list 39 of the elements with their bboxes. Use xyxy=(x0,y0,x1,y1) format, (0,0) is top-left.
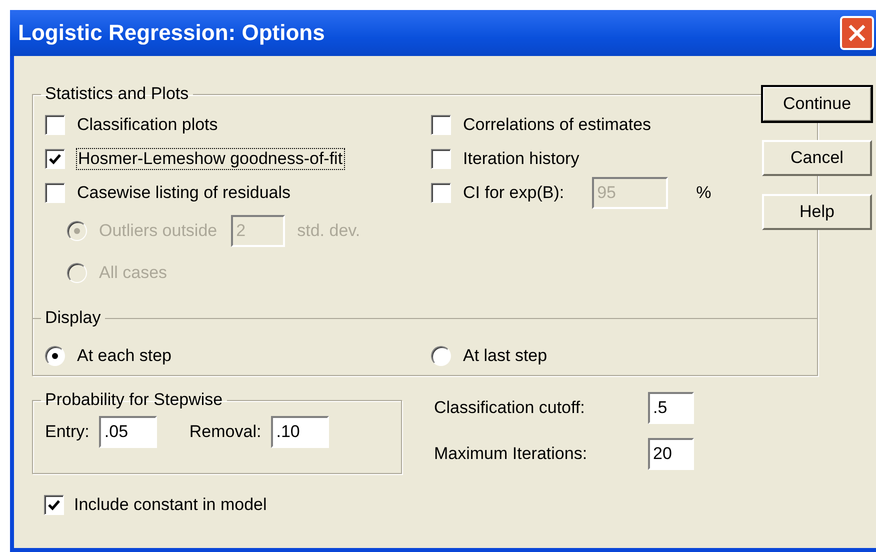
dialog-button[interactable]: Help xyxy=(762,194,872,230)
field-label: Removal: xyxy=(189,422,262,442)
input-field[interactable]: 20 xyxy=(648,438,694,470)
unit-label: std. dev. xyxy=(297,221,360,241)
close-button[interactable] xyxy=(840,16,874,50)
field-label: Maximum Iterations: xyxy=(434,444,588,464)
radio-button[interactable] xyxy=(431,346,451,366)
checkbox[interactable] xyxy=(44,495,64,515)
close-icon xyxy=(846,22,868,44)
dialog-button[interactable]: Cancel xyxy=(762,140,872,176)
radio-option[interactable]: At last step xyxy=(431,339,817,373)
field-label: Classification cutoff: xyxy=(434,398,585,418)
check-icon xyxy=(47,498,61,512)
checkbox-option[interactable]: Correlations of estimates xyxy=(431,115,652,135)
checkbox[interactable] xyxy=(45,183,65,203)
checkbox[interactable] xyxy=(431,149,451,169)
check-icon xyxy=(48,152,62,166)
radio-label: All cases xyxy=(99,263,168,283)
checkbox-option[interactable]: Include constant in model xyxy=(32,488,736,522)
input-field[interactable]: .10 xyxy=(271,416,330,448)
checkbox-option[interactable]: Classification plots xyxy=(45,108,431,142)
field-label: Entry: xyxy=(45,422,90,442)
radio-label: Outliers outside xyxy=(99,221,218,241)
checkbox-option[interactable]: Iteration history xyxy=(431,149,580,169)
group-title: Probability for Stepwise xyxy=(44,390,224,410)
checkbox[interactable] xyxy=(431,115,451,135)
checkbox[interactable] xyxy=(45,149,65,169)
checkbox-option[interactable]: Casewise listing of residuals xyxy=(45,176,431,210)
radio-button[interactable] xyxy=(45,346,65,366)
input-field[interactable]: .5 xyxy=(648,392,694,424)
checkbox-option[interactable]: Hosmer-Lemeshow goodness-of-fit xyxy=(45,142,431,176)
group-title: Statistics and Plots xyxy=(44,84,190,104)
checkbox[interactable] xyxy=(45,115,65,135)
section-title: Display xyxy=(41,308,105,328)
window-title: Logistic Regression: Options xyxy=(18,20,325,46)
radio-option[interactable]: At each step xyxy=(45,339,431,373)
input-field[interactable]: .05 xyxy=(99,416,158,448)
unit-label: % xyxy=(696,183,712,203)
dialog-button[interactable]: Continue xyxy=(762,86,872,122)
